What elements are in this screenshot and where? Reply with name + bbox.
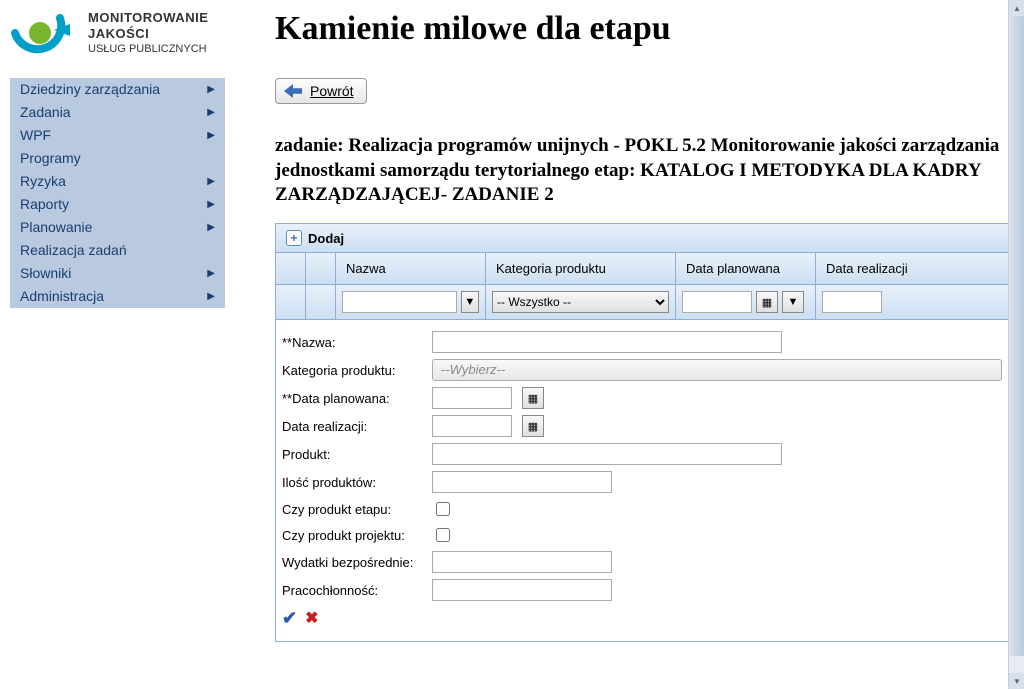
calendar-icon[interactable]: ▦	[522, 387, 544, 409]
label-produkt: Produkt:	[282, 447, 422, 462]
nav-item-zadania[interactable]: Zadania▶	[10, 101, 225, 124]
label-data-planowana: **Data planowana:	[282, 391, 422, 406]
main-nav: Dziedziny zarządzania▶ Zadania▶ WPF▶ Pro…	[10, 78, 225, 308]
nav-item-ryzyka[interactable]: Ryzyka▶	[10, 170, 225, 193]
nav-item-administracja[interactable]: Administracja▶	[10, 285, 225, 308]
chevron-right-icon: ▶	[207, 268, 215, 279]
logo: MONITOROWANIE JAKOŚCI USŁUG PUBLICZNYCH	[10, 8, 225, 58]
logo-icon	[10, 8, 80, 58]
nav-item-realizacja[interactable]: Realizacja zadań	[10, 239, 225, 262]
column-header-data-realizacji[interactable]: Data realizacji	[816, 253, 1023, 284]
wydatki-input[interactable]	[432, 551, 612, 573]
scroll-down-icon[interactable]: ▼	[1009, 673, 1024, 689]
column-spacer	[306, 253, 336, 284]
label-czy-etap: Czy produkt etapu:	[282, 502, 422, 517]
label-pracochlonnosc: Pracochłonność:	[282, 583, 422, 598]
nav-item-planowanie[interactable]: Planowanie▶	[10, 216, 225, 239]
filter-nazwa-input[interactable]	[342, 291, 457, 313]
label-data-realizacji: Data realizacji:	[282, 419, 422, 434]
filter-data-realizacji-input[interactable]	[822, 291, 882, 313]
funnel-icon[interactable]: ▼	[782, 291, 804, 313]
nav-item-wpf[interactable]: WPF▶	[10, 124, 225, 147]
add-button[interactable]: Dodaj	[308, 231, 344, 246]
logo-text: MONITOROWANIE JAKOŚCI USŁUG PUBLICZNYCH	[88, 10, 208, 56]
calendar-icon[interactable]: ▦	[756, 291, 778, 313]
chevron-right-icon: ▶	[207, 291, 215, 302]
produkt-input[interactable]	[432, 443, 782, 465]
label-czy-projekt: Czy produkt projektu:	[282, 528, 422, 543]
cancel-icon[interactable]: ✖	[305, 608, 318, 629]
chevron-right-icon: ▶	[207, 84, 215, 95]
filter-kategoria-select[interactable]: -- Wszystko --	[492, 291, 669, 313]
chevron-right-icon: ▶	[207, 222, 215, 233]
vertical-scrollbar[interactable]: ▲ ▼	[1008, 0, 1024, 689]
nav-item-raporty[interactable]: Raporty▶	[10, 193, 225, 216]
label-ilosc: Ilość produktów:	[282, 475, 422, 490]
chevron-right-icon: ▶	[207, 130, 215, 141]
chevron-right-icon: ▶	[207, 199, 215, 210]
czy-produkt-projektu-checkbox[interactable]	[436, 528, 450, 542]
filter-data-planowana-input[interactable]	[682, 291, 752, 313]
pracochlonnosc-input[interactable]	[432, 579, 612, 601]
page-title: Kamienie milowe dla etapu	[275, 10, 1024, 48]
column-spacer	[276, 253, 306, 284]
label-nazwa: **Nazwa:	[282, 335, 422, 350]
column-header-kategoria[interactable]: Kategoria produktu	[486, 253, 676, 284]
milestone-grid: + Dodaj Nazwa Kategoria produktu Data pl…	[275, 223, 1024, 642]
label-kategoria: Kategoria produktu:	[282, 363, 422, 378]
back-button[interactable]: Powrót	[275, 78, 367, 104]
task-heading: zadanie: Realizacja programów unijnych -…	[275, 134, 1024, 208]
nazwa-input[interactable]	[432, 331, 782, 353]
scroll-up-icon[interactable]: ▲	[1009, 0, 1024, 16]
chevron-right-icon: ▶	[207, 107, 215, 118]
chevron-right-icon: ▶	[207, 176, 215, 187]
arrow-left-icon	[284, 84, 302, 98]
label-wydatki: Wydatki bezpośrednie:	[282, 555, 422, 570]
column-header-nazwa[interactable]: Nazwa	[336, 253, 486, 284]
nav-item-dziedziny[interactable]: Dziedziny zarządzania▶	[10, 78, 225, 101]
nav-item-programy[interactable]: Programy	[10, 147, 225, 170]
funnel-icon[interactable]: ▼	[461, 291, 479, 313]
ilosc-produktow-input[interactable]	[432, 471, 612, 493]
calendar-icon[interactable]: ▦	[522, 415, 544, 437]
data-realizacji-input[interactable]	[432, 415, 512, 437]
nav-item-slowniki[interactable]: Słowniki▶	[10, 262, 225, 285]
scrollbar-thumb[interactable]	[1010, 16, 1024, 656]
kategoria-select[interactable]: --Wybierz--	[432, 359, 1002, 381]
data-planowana-input[interactable]	[432, 387, 512, 409]
column-header-data-planowana[interactable]: Data planowana	[676, 253, 816, 284]
add-icon[interactable]: +	[286, 230, 302, 246]
czy-produkt-etapu-checkbox[interactable]	[436, 502, 450, 516]
confirm-icon[interactable]: ✔	[282, 608, 297, 629]
